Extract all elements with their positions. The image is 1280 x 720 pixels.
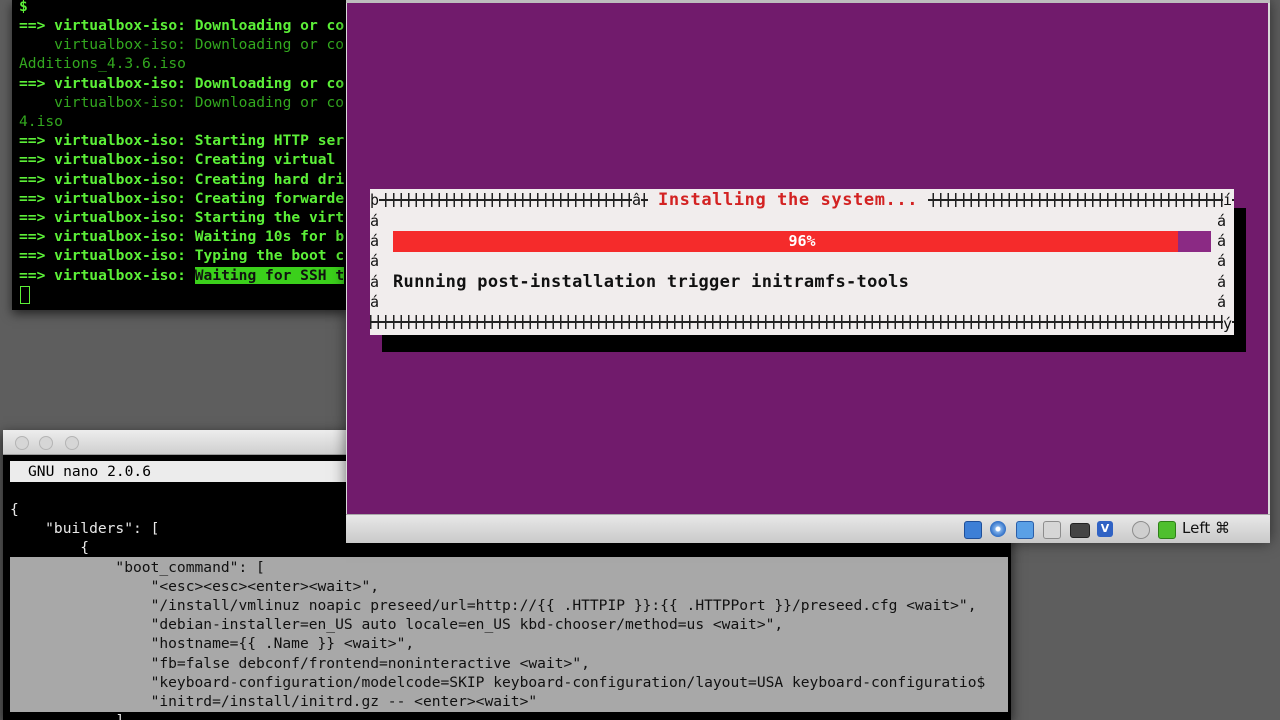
nano-header-bar: GNU nano 2.0.6: [10, 461, 350, 482]
code-line[interactable]: "initrd=/install/initrd.gz -- <enter><wa…: [10, 692, 538, 711]
terminal-line: virtualbox-iso: Downloading or co: [19, 35, 344, 54]
terminal-line-text: virtualbox-iso: Downloading or co: [54, 74, 345, 92]
dialog-title: Installing the system...: [648, 189, 929, 211]
terminal-arrow: ==>: [19, 132, 46, 150]
code-line[interactable]: ],: [10, 711, 133, 720]
terminal-line-text: virtualbox-iso: Waiting 10s for b: [54, 228, 345, 246]
code-line[interactable]: "builders": [: [10, 519, 159, 538]
terminal-cursor: [20, 286, 30, 304]
dialog-corner-br: ý: [1222, 315, 1232, 333]
terminal-line-text: virtualbox-iso: Downloading or co: [19, 93, 345, 111]
terminal-arrow: ==>: [19, 228, 46, 246]
code-line[interactable]: {: [10, 500, 19, 519]
code-line[interactable]: "debian-installer=en_US auto locale=en_U…: [10, 615, 784, 634]
host-key-label: Left ⌘: [1182, 519, 1230, 537]
terminal-line: Additions_4.3.6.iso: [19, 54, 186, 73]
dialog-title-mark: â: [632, 191, 642, 209]
terminal-arrow: ==>: [19, 189, 46, 207]
terminal-line: ==> virtualbox-iso: Downloading or co: [19, 74, 344, 93]
terminal-line: 4.iso: [19, 112, 63, 131]
terminal-line-text: virtualbox-iso:: [54, 266, 195, 284]
installer-dialog: þ í ý â Installing the system... á á á á…: [370, 189, 1234, 335]
terminal-line: ==> virtualbox-iso: Typing the boot c: [19, 246, 344, 265]
virtualization-icon[interactable]: V: [1097, 521, 1113, 537]
terminal-line: ==> virtualbox-iso: Creating virtual: [19, 150, 344, 169]
terminal-line-text: virtualbox-iso: Creating forwarde: [54, 189, 345, 207]
terminal-line-text: Additions_4.3.6.iso: [19, 55, 186, 73]
terminal-line-text: virtualbox-iso: Creating virtual: [54, 151, 345, 169]
dialog-left-edge: á: [370, 273, 380, 291]
dialog-corner-tl: þ: [370, 191, 380, 209]
terminal-arrow: ==>: [19, 209, 46, 226]
terminal-arrow: ==>: [19, 74, 46, 92]
dialog-right-edge: á: [1216, 212, 1226, 230]
terminal-line-text: virtualbox-iso: Downloading or co: [19, 36, 345, 54]
progress-percent: 96%: [788, 232, 816, 250]
close-button[interactable]: [15, 436, 29, 450]
shared-folder-icon[interactable]: [1043, 521, 1061, 539]
code-line[interactable]: "<esc><esc><enter><wait>",: [10, 577, 379, 596]
terminal-line: ==> virtualbox-iso: Downloading or co: [19, 16, 344, 35]
hard-disk-icon[interactable]: [964, 521, 982, 539]
guest-display[interactable]: þ í ý â Installing the system... á á á á…: [347, 3, 1268, 514]
terminal-line-text: virtualbox-iso: Starting the virt: [54, 209, 345, 226]
code-line[interactable]: "hostname={{ .Name }} <wait>",: [10, 634, 415, 653]
vm-status-bar: V Left ⌘: [346, 514, 1270, 543]
terminal-line: ==> virtualbox-iso: Waiting for SSH t: [19, 266, 345, 285]
terminal-line: ==> virtualbox-iso: Starting the virt: [19, 208, 344, 227]
virtualbox-vm-window[interactable]: þ í ý â Installing the system... á á á á…: [346, 0, 1270, 543]
install-progress-bar: 96%: [393, 231, 1211, 252]
code-line[interactable]: {: [10, 538, 89, 557]
dialog-right-edge: á: [1216, 232, 1226, 250]
terminal-line: ==> virtualbox-iso: Creating forwarde: [19, 189, 344, 208]
code-line[interactable]: "fb=false debconf/frontend=noninteractiv…: [10, 654, 590, 673]
terminal-line-text: virtualbox-iso: Typing the boot c: [54, 247, 345, 265]
terminal-arrow: ==>: [19, 266, 46, 284]
terminal-arrow: ==>: [19, 151, 46, 169]
nano-version-label: GNU nano 2.0.6: [28, 463, 152, 480]
terminal-selected-text: Waiting for SSH t: [194, 266, 345, 284]
code-line[interactable]: "keyboard-configuration/modelcode=SKIP k…: [10, 673, 986, 692]
install-status-message: Running post-installation trigger initra…: [393, 272, 910, 292]
display-icon[interactable]: [1070, 523, 1090, 538]
terminal-line: ==> virtualbox-iso: Waiting 10s for b: [19, 227, 344, 246]
dialog-bottom-border: [370, 315, 1234, 329]
dialog-left-edge: á: [370, 293, 380, 311]
terminal-line-text: virtualbox-iso: Creating hard dri: [54, 170, 345, 188]
dialog-right-edge: á: [1216, 252, 1226, 270]
terminal-line-text: 4.iso: [19, 113, 63, 130]
terminal-arrow: ==>: [19, 247, 46, 265]
zoom-button[interactable]: [65, 436, 79, 450]
dialog-right-edge: á: [1216, 273, 1226, 291]
dialog-left-edge: á: [370, 212, 380, 230]
terminal-arrow: ==>: [19, 17, 46, 34]
terminal-line: virtualbox-iso: Downloading or co: [19, 93, 344, 112]
terminal-line-text: virtualbox-iso: Downloading or co: [54, 17, 345, 34]
dialog-left-edge: á: [370, 252, 380, 270]
terminal-line-text: virtualbox-iso: Starting HTTP ser: [54, 132, 345, 150]
keyboard-capture-icon[interactable]: [1158, 521, 1176, 539]
mouse-integration-icon[interactable]: [1132, 521, 1150, 539]
packer-terminal[interactable]: $ ==> virtualbox-iso: Downloading or co …: [12, 0, 348, 310]
terminal-line: ==> virtualbox-iso: Starting HTTP ser: [19, 131, 344, 150]
terminal-arrow: ==>: [19, 170, 46, 188]
dialog-right-edge: á: [1216, 293, 1226, 311]
dialog-left-edge: á: [370, 232, 380, 250]
optical-drive-icon[interactable]: [990, 521, 1006, 537]
minimize-button[interactable]: [39, 436, 53, 450]
code-line[interactable]: "boot_command": [: [10, 558, 264, 577]
terminal-prompt: $: [19, 0, 28, 15]
dialog-corner-tr: í: [1222, 191, 1232, 209]
network-icon[interactable]: [1016, 521, 1034, 539]
code-line[interactable]: "/install/vmlinuz noapic preseed/url=htt…: [10, 596, 977, 615]
terminal-line: ==> virtualbox-iso: Creating hard dri: [19, 170, 344, 189]
